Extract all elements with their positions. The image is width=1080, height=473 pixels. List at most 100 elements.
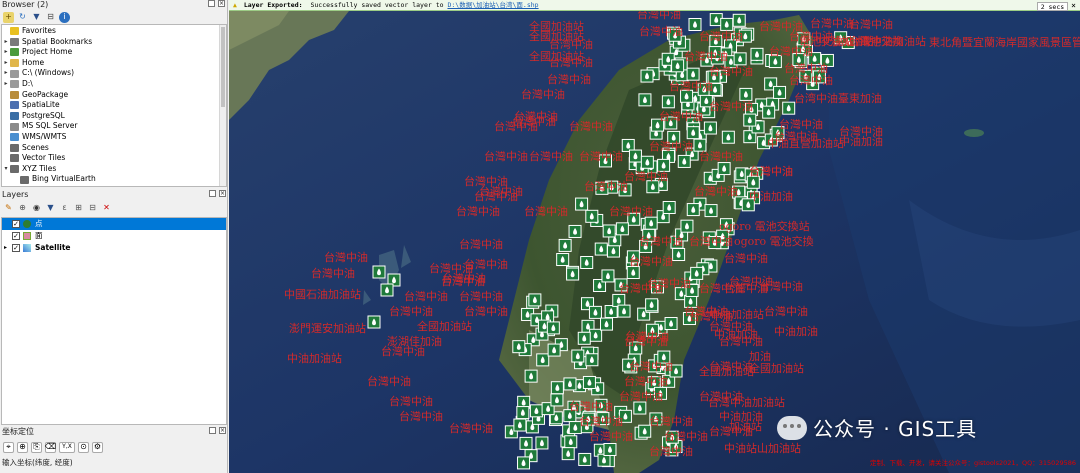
crs-icon[interactable]: ⊙ [78, 441, 89, 453]
browser-scrollbar[interactable] [219, 25, 226, 186]
layer-visibility-checkbox[interactable]: ✓ [12, 244, 20, 252]
gas-station-marker-icon[interactable] [617, 304, 631, 318]
collapse-all-icon[interactable]: ⊟ [87, 203, 98, 214]
gas-station-marker-icon[interactable] [686, 126, 700, 140]
gas-station-marker-icon[interactable] [568, 224, 582, 238]
gas-station-marker-icon[interactable] [732, 13, 746, 27]
browser-item[interactable]: Bing VirtualEarth [2, 174, 226, 185]
copy-icon[interactable]: ⎘ [31, 441, 42, 453]
gas-station-marker-icon[interactable] [703, 121, 717, 135]
layer-item[interactable]: ▸ ✓ Satellite [2, 242, 226, 254]
browser-item[interactable]: PostgreSQL [2, 111, 226, 122]
gas-station-marker-icon[interactable] [773, 85, 787, 99]
gas-station-marker-icon[interactable] [550, 393, 564, 407]
gas-station-marker-icon[interactable] [762, 105, 776, 119]
expand-arrow-icon[interactable]: ▸ [2, 37, 10, 48]
expand-arrow-icon[interactable]: ▸ [2, 58, 10, 69]
message-timer-select[interactable]: 2 secs [1036, 1, 1069, 11]
eye-icon[interactable]: ◉ [31, 203, 42, 214]
gas-station-marker-icon[interactable] [602, 224, 616, 238]
gas-station-marker-icon[interactable] [582, 375, 596, 389]
close-panel-button[interactable]: × [219, 190, 226, 197]
map-canvas[interactable]: 台灣中油台灣中油台灣中油台灣中油台湾中油台灣中油台灣中油台灣中油台灣中油台灣中油… [229, 0, 1080, 473]
gas-station-marker-icon[interactable] [561, 447, 575, 461]
layer-item[interactable]: ✓ 点 [2, 218, 226, 230]
expand-arrow-icon[interactable]: ▾ [2, 164, 10, 175]
gas-station-marker-icon[interactable] [380, 283, 394, 297]
gas-station-marker-icon[interactable] [566, 267, 580, 281]
clear-icon[interactable]: ⌫ [45, 441, 56, 453]
gas-station-marker-icon[interactable] [564, 435, 578, 449]
gas-station-marker-icon[interactable] [517, 456, 531, 470]
gas-station-marker-icon[interactable] [664, 317, 678, 331]
expand-arrow-icon[interactable]: ▸ [2, 47, 10, 58]
gas-station-marker-icon[interactable] [644, 216, 658, 230]
gas-station-marker-icon[interactable] [606, 244, 620, 258]
gas-station-marker-icon[interactable] [516, 406, 530, 420]
gas-station-marker-icon[interactable] [746, 175, 760, 189]
gas-station-marker-icon[interactable] [645, 298, 659, 312]
gas-station-marker-icon[interactable] [677, 154, 691, 168]
layer-visibility-checkbox[interactable]: ✓ [12, 232, 20, 240]
gas-station-marker-icon[interactable] [615, 222, 629, 236]
expand-arrow-icon[interactable]: ▸ [2, 79, 10, 90]
browser-item[interactable]: ▸ Project Home [2, 47, 226, 58]
browser-item[interactable]: SpatiaLite [2, 100, 226, 111]
add-group-icon[interactable]: ⊕ [17, 203, 28, 214]
gas-station-marker-icon[interactable] [528, 293, 542, 307]
browser-item[interactable]: WMS/WMTS [2, 132, 226, 143]
info-icon[interactable]: i [59, 11, 70, 23]
gas-station-marker-icon[interactable] [577, 331, 591, 345]
layer-visibility-checkbox[interactable]: ✓ [12, 220, 20, 228]
gas-station-marker-icon[interactable] [575, 197, 589, 211]
browser-item[interactable]: Favorites [2, 26, 226, 37]
gas-station-marker-icon[interactable] [686, 67, 700, 81]
close-message-icon[interactable]: × [1071, 0, 1076, 11]
gas-station-marker-icon[interactable] [601, 269, 615, 283]
close-panel-button[interactable]: × [219, 427, 226, 434]
expand-arrow-icon[interactable]: ▸ [4, 242, 12, 254]
gas-station-marker-icon[interactable] [588, 305, 602, 319]
gas-station-marker-icon[interactable] [603, 442, 617, 456]
gas-station-marker-icon[interactable] [640, 155, 654, 169]
gas-station-marker-icon[interactable] [782, 101, 796, 115]
browser-item[interactable]: ▾ XYZ Tiles [2, 164, 226, 175]
filter-expression-icon[interactable]: ε [59, 203, 70, 214]
gas-station-marker-icon[interactable] [597, 453, 611, 467]
browser-tree[interactable]: Favorites ▸ Spatial Bookmarks ▸ Project Home… [1, 24, 227, 187]
remove-layer-icon[interactable]: ✕ [101, 203, 112, 214]
gas-station-marker-icon[interactable] [604, 305, 618, 319]
float-panel-button[interactable] [209, 190, 216, 197]
gas-station-marker-icon[interactable] [626, 266, 640, 280]
browser-item[interactable]: GeoPackage [2, 90, 226, 101]
gas-station-marker-icon[interactable] [686, 203, 700, 217]
layers-tree[interactable]: ✓ 点 ✓ 面 ▸ ✓ Satellite [1, 217, 227, 425]
gas-station-marker-icon[interactable] [550, 381, 564, 395]
message-link[interactable]: D:\数据\加油站\台湾\面.shp [447, 1, 538, 9]
gas-station-marker-icon[interactable] [563, 377, 577, 391]
gas-station-marker-icon[interactable] [733, 52, 747, 66]
gas-station-marker-icon[interactable] [704, 204, 718, 218]
gas-station-marker-icon[interactable] [638, 93, 652, 107]
gas-station-marker-icon[interactable] [367, 315, 381, 329]
gas-station-marker-icon[interactable] [535, 436, 549, 450]
gas-station-marker-icon[interactable] [524, 369, 538, 383]
gas-station-marker-icon[interactable] [672, 248, 686, 262]
browser-item[interactable]: ▸ Spatial Bookmarks [2, 37, 226, 48]
gas-station-marker-icon[interactable] [585, 353, 599, 367]
gas-station-marker-icon[interactable] [720, 17, 734, 31]
browser-item[interactable]: ▸ Home [2, 58, 226, 69]
gas-station-marker-icon[interactable] [661, 95, 675, 109]
gas-station-marker-icon[interactable] [600, 317, 614, 331]
filter-legend-icon[interactable]: ▼ [45, 203, 56, 214]
gas-station-marker-icon[interactable] [640, 69, 654, 83]
expand-arrow-icon[interactable]: ▸ [2, 68, 10, 79]
gas-station-marker-icon[interactable] [739, 87, 753, 101]
gas-station-marker-icon[interactable] [680, 219, 694, 233]
float-panel-button[interactable] [208, 0, 215, 7]
locate-icon[interactable]: ⌖ [3, 441, 14, 453]
gas-station-marker-icon[interactable] [372, 265, 386, 279]
gas-station-marker-icon[interactable] [578, 452, 592, 466]
filter-icon[interactable]: ▼ [31, 12, 42, 23]
collapse-all-icon[interactable]: ⊟ [45, 12, 56, 23]
